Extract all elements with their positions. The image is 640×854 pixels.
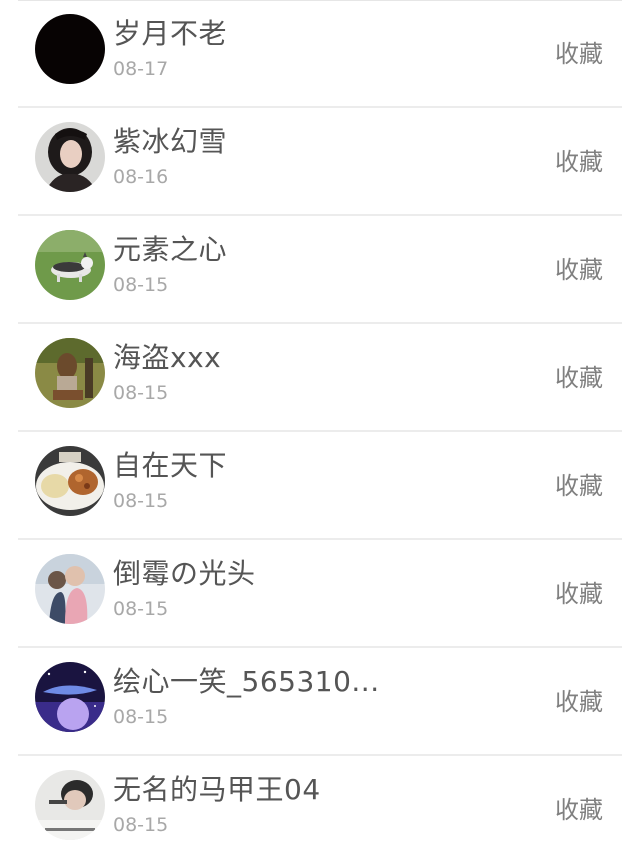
post-date: 08-15 (113, 382, 169, 404)
post-date: 08-17 (113, 58, 169, 80)
list-item[interactable]: 无名的马甲王04 08-15 收藏 (0, 756, 640, 854)
favorite-button[interactable]: 收藏 (555, 466, 603, 501)
list-item[interactable]: 岁月不老 08-17 收藏 (0, 0, 640, 108)
list-item[interactable]: 自在天下 08-15 收藏 (0, 432, 640, 540)
user-name: 绘心一笑_565310... (113, 665, 380, 698)
post-date: 08-16 (113, 166, 169, 188)
avatar[interactable] (35, 14, 105, 84)
favorite-button[interactable]: 收藏 (555, 358, 603, 393)
avatar[interactable] (35, 662, 105, 732)
avatar[interactable] (35, 122, 105, 192)
avatar[interactable] (35, 446, 105, 516)
user-name: 无名的马甲王04 (113, 773, 321, 806)
post-date: 08-15 (113, 814, 169, 836)
list-item[interactable]: 紫冰幻雪 08-16 收藏 (0, 108, 640, 216)
list-item[interactable]: 绘心一笑_565310... 08-15 收藏 (0, 648, 640, 756)
user-list: 岁月不老 08-17 收藏 紫冰幻雪 08-16 收藏 元素之心 08-15 收… (0, 0, 640, 854)
user-name: 倒霉の光头 (113, 557, 256, 590)
user-name: 岁月不老 (113, 17, 228, 50)
favorite-button[interactable]: 收藏 (555, 790, 603, 825)
avatar[interactable] (35, 554, 105, 624)
list-item[interactable]: 倒霉の光头 08-15 收藏 (0, 540, 640, 648)
list-item[interactable]: 元素之心 08-15 收藏 (0, 216, 640, 324)
post-date: 08-15 (113, 274, 169, 296)
favorite-button[interactable]: 收藏 (555, 250, 603, 285)
list-item[interactable]: 海盗xxx 08-15 收藏 (0, 324, 640, 432)
avatar[interactable] (35, 338, 105, 408)
user-name: 自在天下 (113, 449, 228, 482)
user-name: 紫冰幻雪 (113, 125, 228, 158)
user-name: 元素之心 (113, 233, 228, 266)
avatar[interactable] (35, 770, 105, 840)
favorite-button[interactable]: 收藏 (555, 574, 603, 609)
favorite-button[interactable]: 收藏 (555, 142, 603, 177)
favorite-button[interactable]: 收藏 (555, 34, 603, 69)
user-name: 海盗xxx (113, 341, 222, 374)
post-date: 08-15 (113, 598, 169, 620)
post-date: 08-15 (113, 490, 169, 512)
avatar[interactable] (35, 230, 105, 300)
post-date: 08-15 (113, 706, 169, 728)
favorite-button[interactable]: 收藏 (555, 682, 603, 717)
